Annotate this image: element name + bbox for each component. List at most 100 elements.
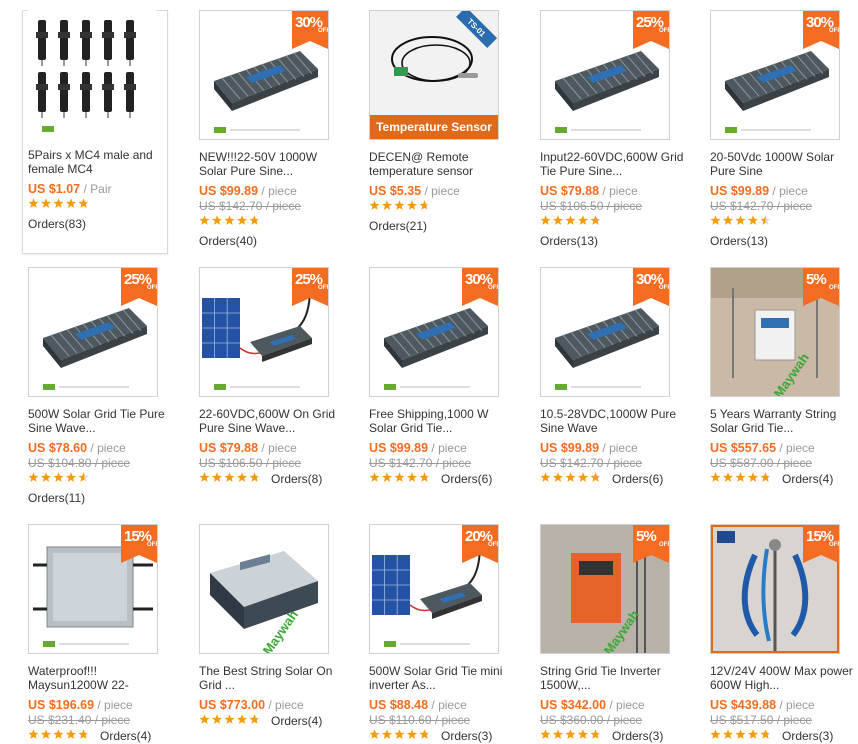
price-row: US $99.89 / piece	[540, 441, 690, 456]
product-image[interactable]: 30% OFF	[199, 10, 329, 140]
rating-star	[577, 472, 589, 483]
product-price: US $342.00	[540, 698, 607, 712]
product-image[interactable]: 15% OFF	[710, 524, 840, 654]
product-card[interactable]: Maywah 5% OFF 5 Years Warranty String Solar…	[710, 267, 858, 487]
product-image[interactable]: Temperature Sensor TS-01	[369, 10, 499, 140]
orders-count[interactable]: Orders(83)	[28, 217, 167, 231]
rating-stars	[199, 714, 261, 729]
rating-row: Orders(6)	[540, 472, 690, 487]
product-title[interactable]: The Best String Solar On Grid ...	[199, 664, 347, 692]
rating-star	[394, 200, 405, 211]
rating-star	[419, 472, 430, 483]
product-card[interactable]: 5Pairs x MC4 male and female MC4 US $1.07…	[22, 10, 168, 254]
product-image[interactable]: Maywah 5% OFF	[540, 524, 670, 654]
product-title[interactable]: 10.5-28VDC,1000W Pure Sine Wave	[540, 407, 688, 435]
rating-stars	[199, 472, 261, 487]
rating-row	[369, 200, 519, 215]
rating-star	[710, 215, 721, 226]
product-card[interactable]: 30% OFF 20-50Vdc 1000W Solar Pure Sine US $…	[710, 10, 858, 248]
rating-star	[735, 472, 746, 483]
product-image[interactable]: 30% OFF	[710, 10, 840, 140]
product-card[interactable]: Temperature Sensor TS-01 DECEN@ Remote tem…	[369, 10, 519, 233]
product-card[interactable]: 25% OFF 500W Solar Grid Tie Pure Sine Wave…	[28, 267, 178, 505]
product-title[interactable]: String Grid Tie Inverter 1500W,...	[540, 664, 688, 692]
discount-off-label: OFF	[829, 285, 840, 291]
orders-count[interactable]: Orders(3)	[441, 729, 492, 743]
rating-star	[78, 472, 89, 483]
product-title[interactable]: NEW!!!22-50V 1000W Solar Pure Sine...	[199, 150, 347, 178]
product-image[interactable]: 25% OFF	[540, 10, 670, 140]
orders-count[interactable]: Orders(6)	[441, 472, 492, 486]
price-row: US $79.88 / piece	[199, 441, 349, 456]
product-title[interactable]: 500W Solar Grid Tie mini inverter As...	[369, 664, 517, 692]
rating-star	[40, 729, 52, 740]
product-title[interactable]: 5Pairs x MC4 male and female MC4	[28, 148, 176, 176]
product-title[interactable]: 20-50Vdc 1000W Solar Pure Sine	[710, 150, 858, 178]
rating-star	[199, 714, 210, 725]
product-image[interactable]: Maywah	[199, 524, 329, 654]
product-image[interactable]: 30% OFF	[540, 267, 670, 397]
rating-star	[53, 198, 64, 209]
product-card[interactable]: 15% OFF Waterproof!!! Maysun1200W 22- US $1…	[28, 524, 178, 744]
rating-star	[236, 472, 248, 483]
product-card[interactable]: 15% OFF 12V/24V 400W Max power 600W High..…	[710, 524, 858, 744]
rating-star	[565, 472, 576, 483]
rating-stars	[369, 200, 431, 215]
original-price: US $106.50 / piece	[199, 456, 302, 470]
rating-stars	[540, 215, 602, 230]
product-image[interactable]: Maywah 5% OFF	[710, 267, 840, 397]
rating-star	[747, 472, 759, 483]
rating-star	[211, 472, 223, 483]
orders-count[interactable]: Orders(4)	[271, 714, 322, 728]
product-title[interactable]: Input22-60VDC,600W Grid Tie Pure Sine...	[540, 150, 688, 178]
product-title[interactable]: Free Shipping,1000 W Solar Grid Tie...	[369, 407, 517, 435]
product-price: US $196.69	[28, 698, 95, 712]
product-title[interactable]: DECEN@ Remote temperature sensor	[369, 150, 517, 178]
product-image[interactable]: 25% OFF	[28, 267, 158, 397]
product-title[interactable]: 22-60VDC,600W On Grid Pure Sine Wave...	[199, 407, 347, 435]
product-image[interactable]	[28, 10, 156, 138]
price-unit: / Pair	[83, 182, 112, 196]
orders-count[interactable]: Orders(13)	[710, 234, 858, 248]
mc4-connectors-icon	[36, 20, 136, 132]
rating-star	[577, 215, 589, 226]
discount-off-label: OFF	[659, 28, 670, 34]
product-title[interactable]: 12V/24V 400W Max power 600W High...	[710, 664, 858, 692]
product-card[interactable]: Maywah The Best String Solar On Grid ... U…	[199, 524, 349, 729]
product-card[interactable]: 20% OFF 500W Solar Grid Tie mini inverter …	[369, 524, 519, 744]
discount-off-label: OFF	[829, 28, 840, 34]
product-title[interactable]: 500W Solar Grid Tie Pure Sine Wave...	[28, 407, 176, 435]
orders-count[interactable]: Orders(3)	[612, 729, 663, 743]
rating-star	[40, 472, 52, 483]
product-title[interactable]: 5 Years Warranty String Solar Grid Tie..…	[710, 407, 858, 435]
product-image[interactable]: 25% OFF	[199, 267, 329, 397]
product-card[interactable]: 25% OFF Input22-60VDC,600W Grid Tie Pure S…	[540, 10, 690, 248]
rating-star	[406, 729, 418, 740]
product-title[interactable]: Waterproof!!! Maysun1200W 22-	[28, 664, 176, 692]
rating-star	[65, 729, 77, 740]
orders-count[interactable]: Orders(4)	[782, 472, 833, 486]
rating-star	[565, 215, 576, 226]
product-card[interactable]: 30% OFF Free Shipping,1000 W Solar Grid Ti…	[369, 267, 519, 487]
product-image[interactable]: 15% OFF	[28, 524, 158, 654]
product-card[interactable]: 25% OFF 22-60VDC,600W On Grid Pure Sine Wa…	[199, 267, 349, 487]
rating-stars	[28, 472, 90, 487]
product-card[interactable]: Maywah 5% OFF String Grid Tie Inverter 1500…	[540, 524, 690, 744]
orders-count[interactable]: Orders(40)	[199, 234, 349, 248]
orders-count[interactable]: Orders(11)	[28, 491, 178, 505]
rating-star	[53, 472, 64, 483]
product-image[interactable]: 30% OFF	[369, 267, 499, 397]
product-card[interactable]: 30% OFF NEW!!!22-50V 1000W Solar Pure Sine…	[199, 10, 349, 248]
product-card[interactable]: 30% OFF 10.5-28VDC,1000W Pure Sine Wave US …	[540, 267, 690, 487]
orders-count[interactable]: Orders(4)	[100, 729, 151, 743]
rating-star	[747, 215, 759, 226]
product-image[interactable]: 20% OFF	[369, 524, 499, 654]
orders-count[interactable]: Orders(6)	[612, 472, 663, 486]
orders-count[interactable]: Orders(21)	[369, 219, 519, 233]
price-row: US $99.89 / piece	[369, 441, 519, 456]
orders-count[interactable]: Orders(8)	[271, 472, 322, 486]
orders-count[interactable]: Orders(3)	[782, 729, 833, 743]
orders-count[interactable]: Orders(13)	[540, 234, 690, 248]
rating-star	[590, 472, 601, 483]
rating-row: Orders(4)	[199, 714, 349, 729]
